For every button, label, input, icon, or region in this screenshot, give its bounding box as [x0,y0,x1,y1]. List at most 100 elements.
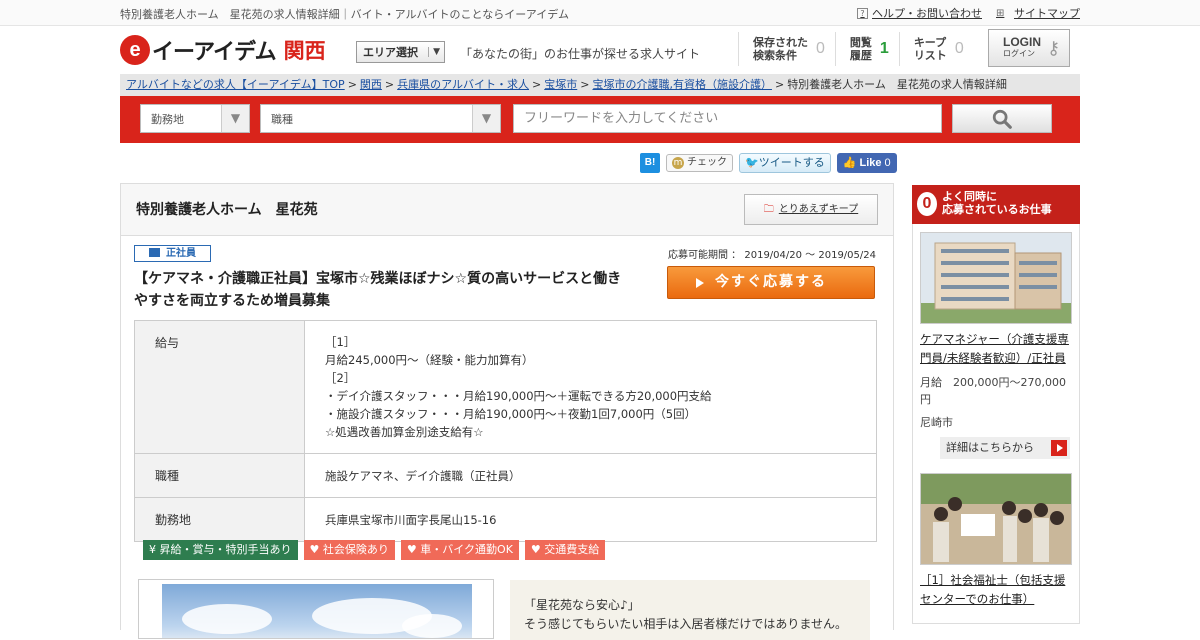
salary-line: ［1］ [325,335,356,349]
key-icon: ⚷ [1047,37,1061,59]
chevron-down-icon: ▼ [221,105,249,132]
login-button[interactable]: LOGIN ログイン ⚷ [988,29,1070,67]
mixi-icon: m [672,157,684,169]
login-label: LOGIN [1003,35,1041,49]
chevron-down-icon: ▼ [472,105,500,132]
search-bar: 勤務地 ▼ 職種 ▼ フリーワードを入力してください [120,96,1080,143]
keep-button-label: とりあえずキープ [778,204,859,215]
history-count: 1 [879,40,889,57]
help-link[interactable]: ? ヘルプ・お問い合わせ [857,5,982,21]
apply-now-label: 今すぐ応募する [715,274,827,290]
breadcrumb-current: 特別養護老人ホーム 星花苑の求人情報詳細 [787,78,1007,91]
period-value: 2019/04/20 ～ 2019/05/24 [744,250,876,261]
jobtype-select[interactable]: 職種 ▼ [260,104,501,133]
job-detail-header: 特別養護老人ホーム 星花苑 🗀 とりあえずキープ [121,184,893,236]
login-sub-label: ログイン [1003,49,1035,58]
site-logo[interactable]: e イーアイデム 関西 [120,34,326,66]
heart-icon: ♥ [406,543,417,556]
location-select-label: 勤務地 [151,112,184,126]
related-job-title[interactable]: ［1］社会福祉士（包括支援センターでのお仕事） [920,571,1072,609]
heart-icon: ♥ [309,543,320,556]
sitemap-icon: ⊞ [996,7,1005,19]
location-value: 兵庫県宝塚市川面字長尾山15-16 [304,497,877,542]
mixi-check-label: チェック [687,157,727,168]
keep-list-count: 0 [954,40,964,57]
related-job-salary: 月給 200,000円～270,000円 [920,376,1066,406]
feature-tag: ¥ 昇給・賞与・特別手当あり [143,540,298,560]
related-jobs-list: ケアマネジャー（介護支援専門員/未経験者歓迎）/正社員 月給 200,000円～… [912,224,1080,624]
related-jobs-sidebar: 0 よく同時に 応募されているお仕事 ケアマネジャー（介護支援専門員/未経験者歓… [912,185,1080,624]
job-info-table: 給与 ［1］ 月給245,000円〜（経験・能力加算有） ［2］ ・デイ介護スタ… [134,320,877,542]
related-job-title[interactable]: ケアマネジャー（介護支援専門員/未経験者歓迎）/正社員 [920,330,1072,368]
salary-line: ・施設介護スタッフ・・・月給190,000円〜＋夜勤1回7,000円（5回） [325,407,697,421]
salary-line: 月給245,000円〜（経験・能力加算有） [325,353,534,367]
salary-line: ・デイ介護スタッフ・・・月給190,000円〜＋運転できる方20,000円支給 [325,389,712,403]
saved-search-label-1: 保存された [753,36,808,49]
top-links: ? ヘルプ・お問い合わせ ⊞ サイトマップ [857,5,1080,21]
employment-type-label: 正社員 [166,248,196,259]
region-label: 関西 [283,39,326,63]
like-label: Like [859,157,882,169]
related-job-place: 尼崎市 [920,416,953,429]
heart-icon: ♥ [530,543,541,556]
search-icon [992,109,1012,129]
period-label: 応募可能期間 [668,250,728,261]
social-buttons: B! m チェック 🐦ツイートする 👍 Like 0 [640,153,897,173]
more-label: 詳細はこちらから [946,441,1034,454]
keep-list-link[interactable]: キープ リスト 0 [898,32,974,66]
apply-now-button[interactable]: 今すぐ応募する [667,266,875,299]
jobtype-value: 施設ケアマネ、デイ介護職（正社員） [304,453,877,498]
badge-icon: 0 [917,192,937,216]
keep-button[interactable]: 🗀 とりあえずキープ [744,194,878,225]
related-job-more-button[interactable]: 詳細はこちらから [940,437,1070,459]
search-button[interactable] [952,104,1052,133]
yen-icon: ¥ [149,543,156,556]
hatena-bookmark-button[interactable]: B! [640,153,660,173]
twitter-bird-icon: 🐦 [745,156,759,169]
sitemap-link-label: サイトマップ [1014,7,1080,20]
logo-e-icon: e [120,35,150,65]
help-icon: ? [857,7,868,19]
saved-search-link[interactable]: 保存された 検索条件 0 [738,32,835,66]
keep-list-label-2: リスト [913,49,947,62]
breadcrumb-category[interactable]: 宝塚市の介護職,有資格（施設介護） [592,78,772,91]
breadcrumb-hyogo[interactable]: 兵庫県のアルバイト・求人 [397,78,529,91]
top-bar: 特別養護老人ホーム 星花苑の求人情報詳細｜バイト・アルバイトのことならイーアイデ… [0,0,1200,26]
salary-line: ［2］ [325,371,356,385]
jobtype-label: 職種 [134,453,305,498]
logo-text: イーアイデム [152,39,277,64]
breadcrumb-takarazuka[interactable]: 宝塚市 [544,78,577,91]
feature-tag: ♥ 社会保険あり [303,540,395,560]
application-period: 応募可能期間 ： 2019/04/20 ～ 2019/05/24 [668,250,876,261]
history-link[interactable]: 閲覧 履歴 1 [834,32,899,66]
facebook-like-button[interactable]: 👍 Like 0 [836,153,897,173]
freeword-input[interactable]: フリーワードを入力してください [513,104,942,133]
table-row: 給与 ［1］ 月給245,000円〜（経験・能力加算有） ［2］ ・デイ介護スタ… [134,320,877,454]
related-jobs-heading-line1: よく同時に [942,190,997,203]
mixi-check-button[interactable]: m チェック [666,154,733,172]
keep-list-label-1: キープ [913,36,947,49]
thumbs-up-icon: 👍 [842,157,860,169]
play-icon [696,278,704,288]
quote-line: そう感じてもらいたい相手は入居者様だけではありません。 [524,617,848,631]
quote-line: 「星花苑なら安心♪」 [524,598,640,612]
company-name: 特別養護老人ホーム 星花苑 [136,202,318,218]
salary-label: 給与 [134,320,305,454]
related-job-thumbnail[interactable] [920,473,1072,565]
saved-search-label-2: 検索条件 [753,49,797,62]
breadcrumb-top[interactable]: アルバイトなどの求人【イーアイデム】TOP [126,78,345,91]
history-label-2: 履歴 [849,49,872,62]
breadcrumb-kansai[interactable]: 関西 [360,78,382,91]
site-tagline: 特別養護老人ホーム 星花苑の求人情報詳細｜バイト・アルバイトのことならイーアイデ… [120,8,570,21]
like-count: 0 [884,157,891,169]
location-select[interactable]: 勤務地 ▼ [140,104,250,133]
table-row: 職種 施設ケアマネ、デイ介護職（正社員） [134,453,877,498]
related-job-thumbnail[interactable] [920,232,1072,324]
header-stats: 保存された 検索条件 0 閲覧 履歴 1 キープ リスト 0 [738,32,974,72]
help-link-label: ヘルプ・お問い合わせ [872,7,982,20]
area-select-button[interactable]: エリア選択 ▼ [356,41,445,63]
sitemap-link[interactable]: ⊞ サイトマップ [996,5,1080,21]
arrow-right-icon [1051,440,1067,456]
tweet-button[interactable]: 🐦ツイートする [739,153,831,173]
intro-quote: 「星花苑なら安心♪」 そう感じてもらいたい相手は入居者様だけではありません。 [510,580,870,640]
